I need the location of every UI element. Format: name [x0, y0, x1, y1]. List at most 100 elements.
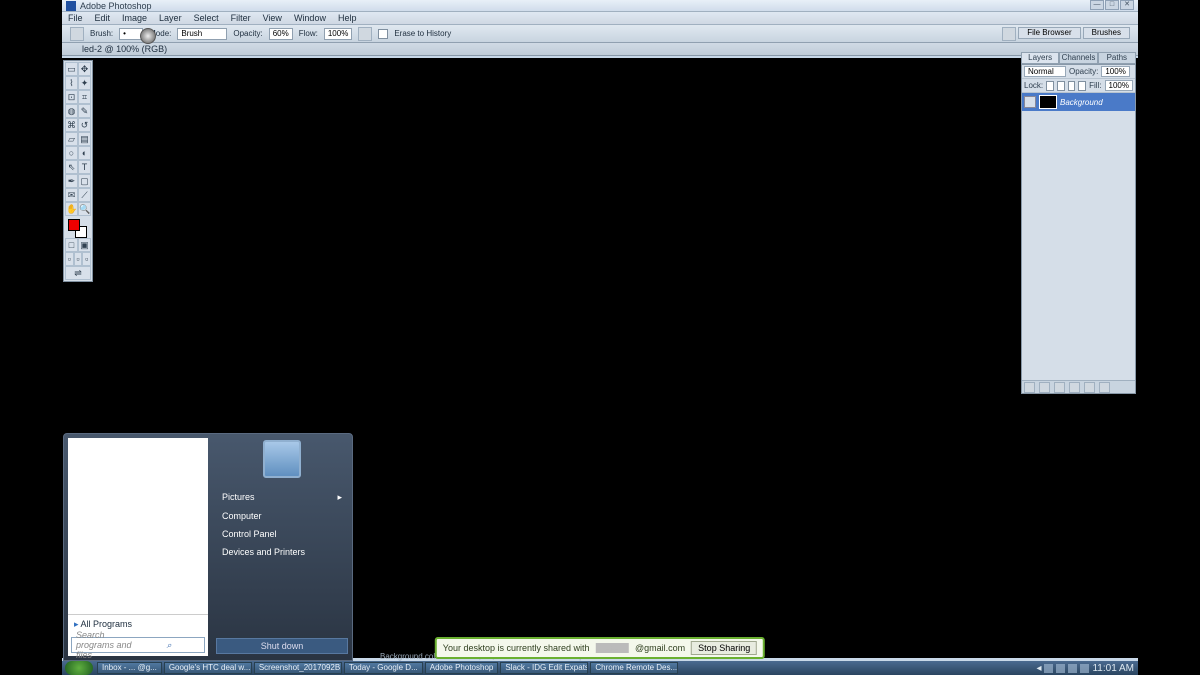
type-tool[interactable]: T — [78, 160, 91, 174]
lock-position[interactable] — [1068, 81, 1076, 91]
tab-paths[interactable]: Paths — [1098, 52, 1136, 64]
start-control-panel[interactable]: Control Panel — [216, 525, 348, 543]
marquee-tool[interactable]: ▭ — [65, 62, 78, 76]
screen-full-menu[interactable]: ▫ — [74, 252, 83, 266]
lock-all[interactable] — [1078, 81, 1086, 91]
tray-icon[interactable] — [1044, 664, 1053, 673]
jump-to-imageready[interactable]: ⇌ — [65, 266, 91, 280]
menu-edit[interactable]: Edit — [89, 12, 117, 24]
tab-layers[interactable]: Layers — [1021, 52, 1059, 64]
quickmask-on[interactable]: ▣ — [78, 238, 91, 252]
layer-mask-icon[interactable] — [1039, 382, 1050, 393]
document-title: led-2 @ 100% (RGB) — [82, 44, 167, 54]
blur-tool[interactable]: ○ — [65, 146, 78, 160]
opacity-field[interactable]: 60% — [269, 28, 293, 40]
menu-window[interactable]: Window — [288, 12, 332, 24]
menu-select[interactable]: Select — [188, 12, 225, 24]
maximize-button[interactable]: □ — [1105, 0, 1119, 10]
tray-arrow-icon[interactable]: ◂ — [1036, 663, 1041, 674]
new-set-icon[interactable] — [1054, 382, 1065, 393]
lock-image[interactable] — [1057, 81, 1065, 91]
task-item[interactable]: Inbox - ... @g... — [97, 662, 162, 674]
task-item[interactable]: Chrome Remote Des... — [590, 662, 678, 674]
screen-full[interactable]: ▫ — [82, 252, 91, 266]
notes-tool[interactable]: ✉ — [65, 188, 78, 202]
blend-mode[interactable]: Normal — [1024, 66, 1066, 77]
foreground-color[interactable] — [68, 219, 80, 231]
flow-field[interactable]: 100% — [324, 28, 352, 40]
task-item[interactable]: Google's HTC deal w... — [164, 662, 252, 674]
pen-tool[interactable]: ✒ — [65, 174, 78, 188]
menu-bar: File Edit Image Layer Select Filter View… — [62, 12, 1138, 25]
task-item[interactable]: Slack - IDG Edit Expats — [500, 662, 588, 674]
menu-layer[interactable]: Layer — [153, 12, 188, 24]
dodge-tool[interactable]: ◐ — [78, 146, 91, 160]
wand-tool[interactable]: ✦ — [78, 76, 91, 90]
screen-std[interactable]: ▫ — [65, 252, 74, 266]
close-button[interactable]: ✕ — [1120, 0, 1134, 10]
start-search[interactable]: Search programs and files ⌕ — [71, 637, 205, 653]
palette-toggle-icon[interactable] — [1002, 27, 1016, 41]
gradient-tool[interactable]: ▤ — [78, 132, 91, 146]
menu-help[interactable]: Help — [332, 12, 363, 24]
airbrush-icon[interactable] — [358, 27, 372, 41]
menu-file[interactable]: File — [62, 12, 89, 24]
color-swatches[interactable] — [65, 216, 91, 238]
layers-panel: Layers Channels Paths Normal Opacity: 10… — [1021, 52, 1136, 394]
erase-checkbox[interactable] — [378, 29, 388, 39]
mode-dropdown[interactable]: Brush — [177, 28, 227, 40]
task-item[interactable]: Adobe Photoshop — [425, 662, 499, 674]
move-tool[interactable]: ✥ — [78, 62, 91, 76]
crop-tool[interactable]: ⊡ — [65, 90, 78, 104]
minimize-button[interactable]: — — [1090, 0, 1104, 10]
start-button[interactable] — [65, 661, 93, 675]
task-item[interactable]: Today - Google D... — [344, 662, 423, 674]
start-pictures[interactable]: Pictures — [216, 488, 348, 507]
clock[interactable]: 11:01 AM — [1092, 663, 1134, 674]
shutdown-button[interactable]: Shut down — [216, 638, 348, 654]
menu-filter[interactable]: Filter — [225, 12, 257, 24]
task-item[interactable]: Screenshot_2017092B... — [254, 662, 342, 674]
title-bar: Adobe Photoshop — □ ✕ — [62, 0, 1138, 12]
zoom-tool[interactable]: 🔍 — [78, 202, 91, 216]
brush-tool[interactable]: ✎ — [78, 104, 91, 118]
tab-channels[interactable]: Channels — [1059, 52, 1097, 64]
erase-label: Erase to History — [394, 29, 451, 38]
tray-icon[interactable] — [1068, 664, 1077, 673]
start-devices[interactable]: Devices and Printers — [216, 543, 348, 561]
history-tool[interactable]: ↺ — [78, 118, 91, 132]
new-layer-icon[interactable] — [1084, 382, 1095, 393]
layer-thumbnail[interactable] — [1039, 95, 1057, 109]
tray-icon[interactable] — [1056, 664, 1065, 673]
visibility-icon[interactable] — [1024, 96, 1036, 108]
stop-sharing-button[interactable]: Stop Sharing — [691, 641, 757, 655]
layer-opacity[interactable]: 100% — [1101, 66, 1129, 77]
history-brush-icon[interactable] — [140, 28, 156, 44]
layer-style-icon[interactable] — [1024, 382, 1035, 393]
shape-tool[interactable]: ▢ — [78, 174, 91, 188]
eyedropper-tool[interactable]: ⟋ — [78, 188, 91, 202]
eraser-tool[interactable]: ▱ — [65, 132, 78, 146]
tab-brushes[interactable]: Brushes — [1083, 27, 1130, 39]
start-computer[interactable]: Computer — [216, 507, 348, 525]
slice-tool[interactable]: ⌗ — [78, 90, 91, 104]
menu-image[interactable]: Image — [116, 12, 153, 24]
stamp-tool[interactable]: ⌘ — [65, 118, 78, 132]
heal-tool[interactable]: ◍ — [65, 104, 78, 118]
hand-tool[interactable]: ✋ — [65, 202, 78, 216]
remote-share-bar: Your desktop is currently shared with xx… — [435, 637, 765, 659]
user-avatar[interactable] — [263, 440, 301, 478]
adjustment-icon[interactable] — [1069, 382, 1080, 393]
quickmask-off[interactable]: □ — [65, 238, 78, 252]
panel-footer — [1022, 380, 1135, 393]
menu-view[interactable]: View — [257, 12, 288, 24]
brush-preset-icon[interactable] — [70, 27, 84, 41]
fill-value[interactable]: 100% — [1105, 80, 1133, 91]
path-tool[interactable]: ⇖ — [65, 160, 78, 174]
lasso-tool[interactable]: ⌇ — [65, 76, 78, 90]
delete-layer-icon[interactable] — [1099, 382, 1110, 393]
layer-row[interactable]: Background — [1022, 93, 1135, 111]
lock-transparency[interactable] — [1046, 81, 1054, 91]
tab-file-browser[interactable]: File Browser — [1018, 27, 1080, 39]
tray-icon[interactable] — [1080, 664, 1089, 673]
